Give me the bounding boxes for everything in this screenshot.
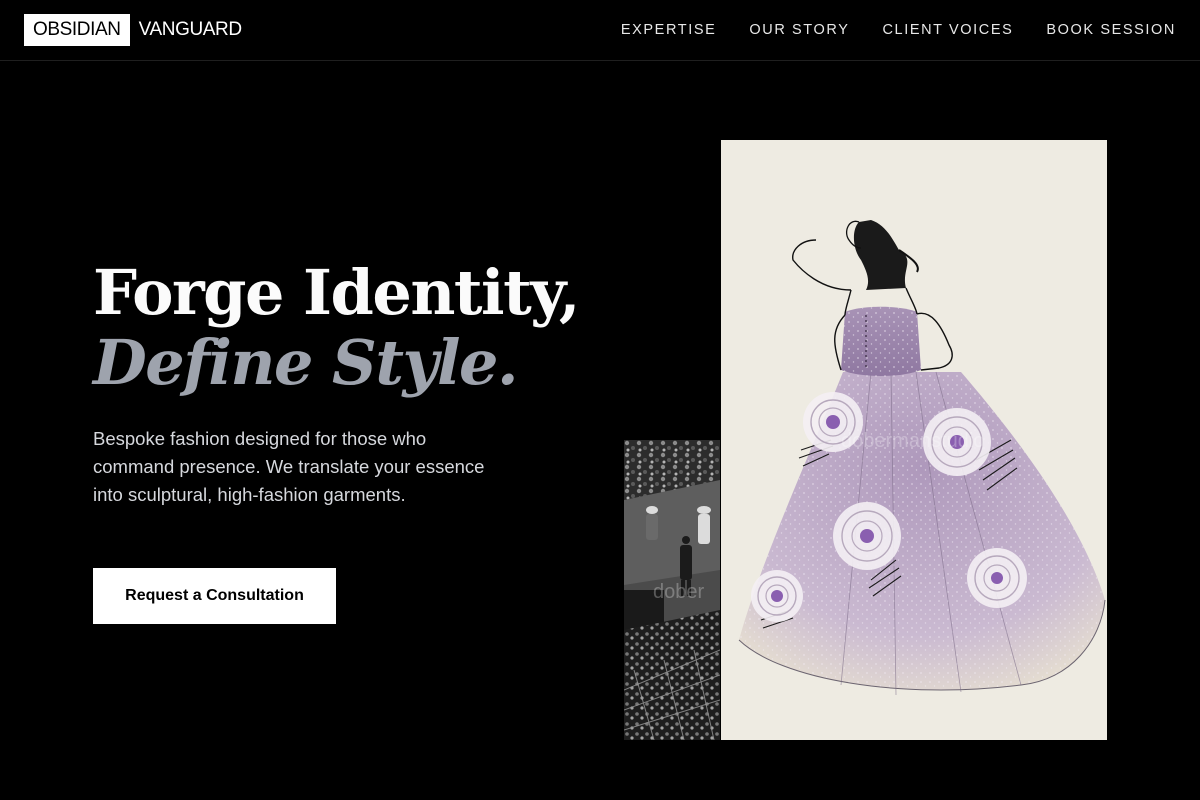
nav-link-expertise[interactable]: EXPERTISE (621, 22, 717, 38)
nav-link-client-voices[interactable]: CLIENT VOICES (882, 22, 1013, 38)
nav-link-our-story[interactable]: OUR STORY (749, 22, 849, 38)
brand-logo-mark: OBSIDIAN (24, 14, 130, 46)
sketch-watermark: dobermanstudio (841, 430, 985, 452)
request-consultation-button[interactable]: Request a Consultation (93, 568, 336, 624)
hero-title: Forge Identity, Define Style. (93, 256, 580, 399)
hero-title-line1: Forge Identity, (93, 256, 580, 329)
gown-sketch-image: dobermanstudio (721, 140, 1107, 740)
main-nav: EXPERTISE OUR STORY CLIENT VOICES BOOK S… (621, 0, 1176, 60)
hero-description: Bespoke fashion designed for those who c… (93, 428, 485, 505)
brand-logo-word: VANGUARD (138, 19, 242, 40)
brand-logo[interactable]: OBSIDIAN VANGUARD (24, 14, 242, 46)
nav-link-book-session[interactable]: BOOK SESSION (1046, 22, 1176, 38)
top-navbar: OBSIDIAN VANGUARD EXPERTISE OUR STORY CL… (0, 0, 1200, 61)
runway-watermark: dober (653, 581, 705, 603)
hero-title-line2: Define Style. (93, 326, 519, 399)
runway-photo: dober (624, 440, 720, 740)
